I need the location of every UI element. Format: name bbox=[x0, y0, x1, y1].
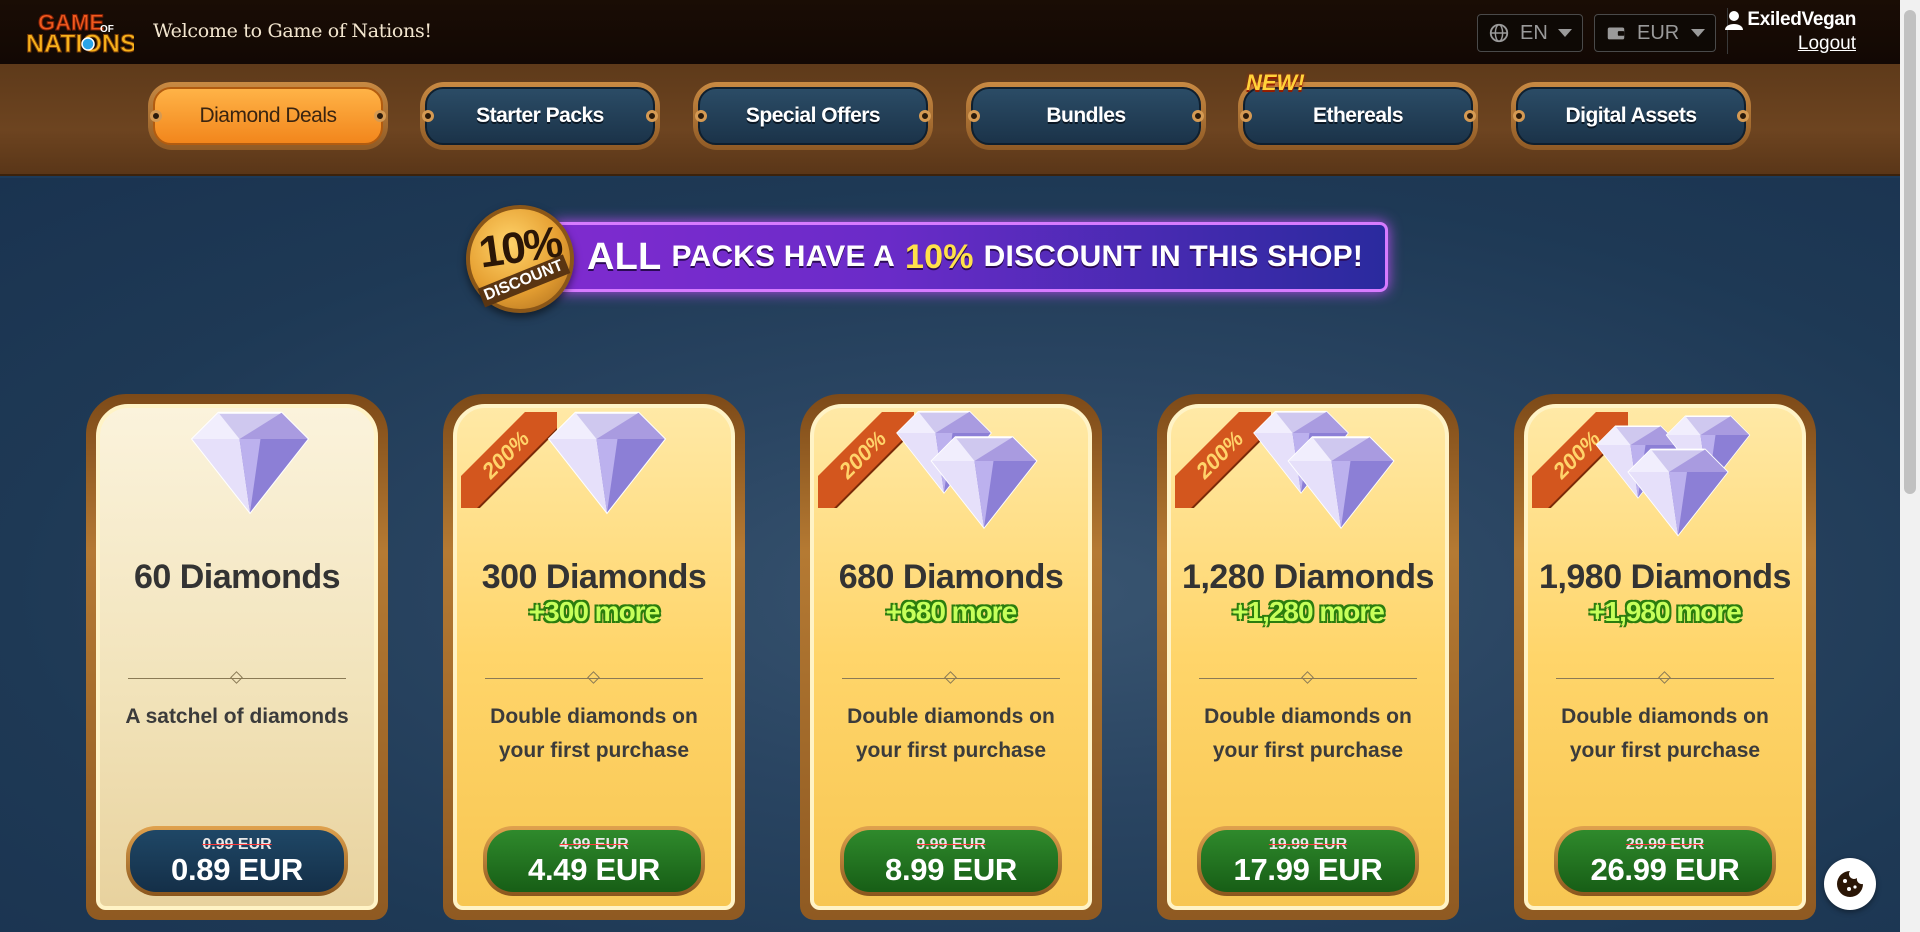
top-bar: GAME OF NATIONS Welcome to Game of Natio… bbox=[0, 0, 1900, 64]
card-divider bbox=[128, 671, 346, 684]
tab-special-offers[interactable]: Special Offers bbox=[693, 82, 933, 150]
diamond-icon bbox=[1253, 410, 1395, 530]
pack-title: 680 Diamonds bbox=[838, 558, 1064, 596]
card-face: 200% 300 Diamonds +300 more Double diamo… bbox=[453, 404, 735, 910]
buy-button[interactable]: 4.99 EUR 4.49 EUR bbox=[483, 826, 705, 896]
discounted-price: 26.99 EUR bbox=[1590, 852, 1740, 887]
tab-starter-packs[interactable]: Starter Packs bbox=[420, 82, 660, 150]
globe-icon bbox=[1489, 23, 1509, 43]
discount-badge: 10% DISCOUNT bbox=[466, 205, 574, 313]
pack-description: Double diamonds on your first purchase bbox=[1204, 705, 1412, 762]
pack-title: 300 Diamonds bbox=[481, 558, 707, 596]
diamond-icon bbox=[1595, 415, 1751, 537]
language-dropdown[interactable]: EN bbox=[1477, 14, 1583, 52]
tab-label: Bundles bbox=[971, 87, 1201, 145]
wallet-icon bbox=[1607, 27, 1625, 40]
category-tab-bar: Diamond Deals Starter Packs Special Offe… bbox=[0, 64, 1900, 176]
banner-text-end: DISCOUNT IN THIS SHOP! bbox=[983, 240, 1364, 273]
tab-label: Special Offers bbox=[698, 87, 928, 145]
card-face: 200% 1,280 Diamonds +1,280 more Double d… bbox=[1167, 404, 1449, 910]
pack-title: 1,980 Diamonds bbox=[1539, 558, 1791, 596]
scrollbar-thumb[interactable] bbox=[1904, 10, 1916, 494]
user-menu[interactable]: ExiledVegan bbox=[1725, 9, 1856, 31]
new-badge: NEW! bbox=[1246, 70, 1305, 95]
tab-label: Diamond Deals bbox=[153, 87, 383, 145]
tab-label: Digital Assets bbox=[1516, 87, 1746, 145]
card-face: 60 Diamonds A satchel of diamonds 0.99 E… bbox=[96, 404, 378, 910]
bonus-amount: +300 more bbox=[528, 596, 660, 627]
logout-link[interactable]: Logout bbox=[1798, 33, 1856, 55]
chevron-down-icon bbox=[1558, 29, 1572, 37]
cookie-settings-button[interactable] bbox=[1824, 858, 1876, 910]
card-divider bbox=[842, 671, 1060, 684]
diamond-pack-card[interactable]: 200% 680 Diamonds +680 more Double diamo… bbox=[800, 394, 1102, 920]
pack-description: A satchel of diamonds bbox=[125, 705, 349, 728]
diamond-pack-card[interactable]: 60 Diamonds A satchel of diamonds 0.99 E… bbox=[86, 394, 388, 920]
card-face: 200% 680 Diamonds +680 more Double diamo… bbox=[810, 404, 1092, 910]
pack-description: Double diamonds on your first purchase bbox=[847, 705, 1055, 762]
username: ExiledVegan bbox=[1747, 9, 1856, 30]
card-face: 200% 1,980 Diamonds +1,980 more Double d… bbox=[1524, 404, 1806, 910]
banner-text-percent: 10% bbox=[905, 237, 974, 276]
bonus-amount: +1,980 more bbox=[1589, 596, 1742, 627]
user-icon bbox=[1725, 11, 1744, 30]
pack-title: 1,280 Diamonds bbox=[1182, 558, 1434, 596]
card-divider bbox=[485, 671, 703, 684]
card-divider bbox=[1556, 671, 1774, 684]
welcome-text: Welcome to Game of Nations! bbox=[153, 20, 432, 42]
buy-button[interactable]: 19.99 EUR 17.99 EUR bbox=[1197, 826, 1419, 896]
banner-text-mid: PACKS HAVE A bbox=[671, 240, 896, 273]
diamond-icon bbox=[190, 411, 310, 515]
pack-description: Double diamonds on your first purchase bbox=[1561, 705, 1769, 762]
diamond-icon bbox=[896, 410, 1038, 530]
discount-banner: ALL PACKS HAVE A 10% DISCOUNT IN THIS SH… bbox=[550, 222, 1388, 292]
discounted-price: 17.99 EUR bbox=[1233, 852, 1383, 887]
chevron-down-icon bbox=[1691, 29, 1705, 37]
discounted-price: 0.89 EUR bbox=[171, 852, 303, 887]
card-divider bbox=[1199, 671, 1417, 684]
tab-bundles[interactable]: Bundles bbox=[966, 82, 1206, 150]
tab-diamond-deals[interactable]: Diamond Deals bbox=[148, 82, 388, 150]
diamond-pack-card[interactable]: 200% 1,980 Diamonds +1,980 more Double d… bbox=[1514, 394, 1816, 920]
language-value: EN bbox=[1520, 21, 1548, 44]
buy-button[interactable]: 9.99 EUR 8.99 EUR bbox=[840, 826, 1062, 896]
banner-text-all: ALL bbox=[587, 235, 662, 278]
tab-digital-assets[interactable]: Digital Assets bbox=[1511, 82, 1751, 150]
buy-button[interactable]: 0.99 EUR 0.89 EUR bbox=[126, 826, 348, 896]
cookie-icon bbox=[1837, 871, 1863, 897]
bonus-amount: +680 more bbox=[885, 596, 1017, 627]
discounted-price: 4.49 EUR bbox=[528, 852, 660, 887]
diamond-icon bbox=[547, 411, 667, 515]
buy-button[interactable]: 29.99 EUR 26.99 EUR bbox=[1554, 826, 1776, 896]
tab-label: Starter Packs bbox=[425, 87, 655, 145]
diamond-pack-card[interactable]: 200% 300 Diamonds +300 more Double diamo… bbox=[443, 394, 745, 920]
svg-text:NATIONS: NATIONS bbox=[26, 30, 134, 56]
game-logo[interactable]: GAME OF NATIONS bbox=[24, 8, 138, 59]
currency-dropdown[interactable]: EUR bbox=[1594, 14, 1716, 52]
pack-title: 60 Diamonds bbox=[133, 558, 341, 596]
currency-value: EUR bbox=[1637, 21, 1680, 44]
discounted-price: 8.99 EUR bbox=[885, 852, 1017, 887]
pack-description: Double diamonds on your first purchase bbox=[490, 705, 698, 762]
page-scrollbar[interactable] bbox=[1900, 0, 1920, 932]
bonus-amount: +1,280 more bbox=[1232, 596, 1385, 627]
diamond-pack-card[interactable]: 200% 1,280 Diamonds +1,280 more Double d… bbox=[1157, 394, 1459, 920]
